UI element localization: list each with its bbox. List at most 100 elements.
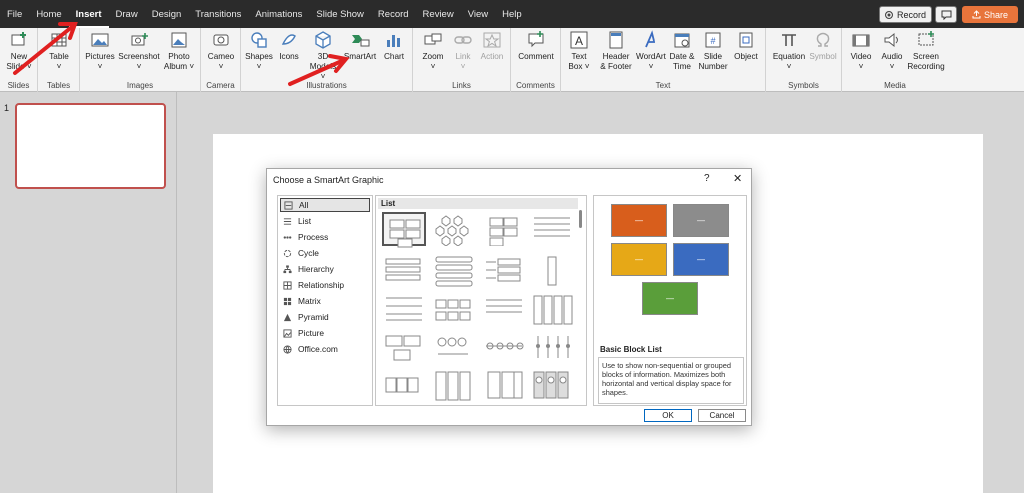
object-button[interactable]: Object (731, 30, 761, 62)
smartart-layout-option[interactable] (432, 292, 476, 326)
tab-transitions[interactable]: Transitions (188, 0, 248, 28)
smartart-layout-option[interactable] (482, 212, 526, 247)
smartart-layout-option[interactable] (530, 330, 574, 364)
wordart-label: WordArt (636, 52, 666, 61)
insert-comment-button[interactable]: Comment (516, 30, 556, 62)
preview-block-1: — (611, 204, 667, 237)
video-button[interactable]: Video ˅ (846, 30, 876, 72)
tab-file[interactable]: File (0, 0, 29, 28)
smartart-layout-option[interactable] (530, 368, 574, 402)
smartart-layout-option[interactable] (432, 368, 476, 402)
tab-help[interactable]: Help (495, 0, 529, 28)
smartart-layout-option[interactable] (432, 330, 476, 364)
cancel-button[interactable]: Cancel (698, 409, 746, 422)
equation-button[interactable]: Equation ˅ (770, 30, 808, 72)
tab-review[interactable]: Review (416, 0, 461, 28)
icons-gallery-icon (281, 34, 296, 45)
gallery-scrollbar[interactable] (579, 210, 582, 228)
photo-album-label-2: Album (163, 62, 188, 71)
smartart-layout-option[interactable] (482, 253, 526, 287)
smartart-layout-option[interactable] (382, 368, 426, 402)
category-hierarchy[interactable]: Hierarchy (280, 262, 370, 276)
text-box-button[interactable]: A Text Box ˅ (565, 30, 593, 72)
symbol-button[interactable]: Symbol (808, 30, 838, 62)
audio-button[interactable]: Audio ˅ (878, 30, 906, 72)
category-cycle[interactable]: Cycle (280, 246, 370, 260)
shapes-button[interactable]: Shapes ˅ (245, 30, 273, 72)
omega-icon (816, 32, 830, 47)
table-button[interactable]: Table ˅ (46, 30, 72, 72)
action-star-icon (483, 32, 501, 48)
wordart-icon (645, 30, 655, 48)
header-footer-label-2: & Footer (600, 62, 632, 71)
record-button[interactable]: Record (879, 6, 932, 23)
smartart-layout-option[interactable] (530, 253, 574, 287)
smartart-layout-option[interactable] (482, 292, 526, 326)
pictures-button[interactable]: Pictures ˅ (84, 30, 116, 72)
wordart-button[interactable]: WordArt ˅ (634, 30, 668, 72)
action-button[interactable]: Action (477, 30, 507, 62)
category-pyramid[interactable]: Pyramid (280, 310, 370, 324)
share-button[interactable]: Share (962, 6, 1018, 23)
group-comments: Comment Comments (511, 28, 561, 92)
smartart-layout-option[interactable] (382, 212, 426, 248)
calendar-icon (674, 33, 690, 48)
category-process[interactable]: Process (280, 230, 370, 244)
smartart-layout-option[interactable] (432, 212, 476, 247)
header-footer-label-1: Header (602, 52, 630, 61)
gallery-header: List (378, 198, 578, 209)
category-picture[interactable]: Picture (280, 326, 370, 340)
ok-button[interactable]: OK (644, 409, 692, 422)
slide-number-button[interactable]: # Slide Number (696, 30, 730, 72)
cameo-button[interactable]: Cameo ˅ (206, 30, 236, 72)
tab-record[interactable]: Record (371, 0, 416, 28)
photo-album-button[interactable]: Photo Album ˅ (162, 30, 196, 72)
category-all[interactable]: All (280, 198, 370, 212)
tab-home[interactable]: Home (29, 0, 68, 28)
group-label-media: Media (884, 81, 906, 90)
help-button[interactable]: ? (704, 173, 710, 184)
link-button[interactable]: Link ˅ (451, 30, 475, 72)
close-button[interactable]: ✕ (733, 172, 742, 185)
screenshot-icon (131, 33, 148, 46)
chart-button[interactable]: Chart (380, 30, 408, 62)
layout-thumbnail-icon (533, 371, 569, 399)
smartart-layout-option[interactable] (530, 292, 574, 326)
header-footer-button[interactable]: Header & Footer (596, 30, 636, 72)
smartart-layout-option[interactable] (530, 212, 574, 246)
smartart-layout-option[interactable] (382, 292, 426, 326)
smartart-layout-option[interactable] (482, 368, 526, 402)
tab-design[interactable]: Design (145, 0, 189, 28)
comments-button[interactable] (935, 6, 957, 23)
new-slide-button[interactable]: New Slide ˅ (5, 30, 33, 72)
audio-label: Audio (881, 52, 903, 61)
slide-thumbnail[interactable] (15, 103, 166, 189)
category-office-com[interactable]: Office.com (280, 342, 370, 356)
date-time-button[interactable]: Date & Time (669, 30, 695, 72)
layout-thumbnail-icon (534, 217, 570, 237)
screen-recording-button[interactable]: Screen Recording (906, 30, 946, 72)
smartart-layout-option[interactable] (382, 330, 426, 364)
screen-recording-label-1: Screen (913, 52, 939, 61)
group-label-comments: Comments (516, 81, 555, 90)
3d-models-button[interactable]: 3D Models ˅ (307, 30, 339, 82)
preview-description: Use to show non-sequential or grouped bl… (598, 357, 744, 404)
tab-animations[interactable]: Animations (248, 0, 309, 28)
layout-thumbnail-icon (489, 217, 518, 247)
smartart-button[interactable]: SmartArt (342, 30, 378, 62)
tab-insert[interactable]: Insert (68, 0, 109, 28)
shapes-icon (251, 32, 267, 48)
screenshot-button[interactable]: Screenshot ˅ (118, 30, 160, 72)
category-list-item[interactable]: List (280, 214, 370, 228)
zoom-button[interactable]: Zoom ˅ (419, 30, 447, 72)
tab-slide-show[interactable]: Slide Show (309, 0, 371, 28)
category-matrix[interactable]: Matrix (280, 294, 370, 308)
smartart-layout-option[interactable] (432, 253, 476, 287)
svg-text:#: # (710, 36, 715, 46)
category-relationship[interactable]: Relationship (280, 278, 370, 292)
smartart-layout-option[interactable] (482, 330, 526, 364)
tab-draw[interactable]: Draw (109, 0, 145, 28)
icons-button[interactable]: Icons (276, 30, 302, 62)
tab-view[interactable]: View (461, 0, 495, 28)
smartart-layout-option[interactable] (382, 253, 426, 287)
